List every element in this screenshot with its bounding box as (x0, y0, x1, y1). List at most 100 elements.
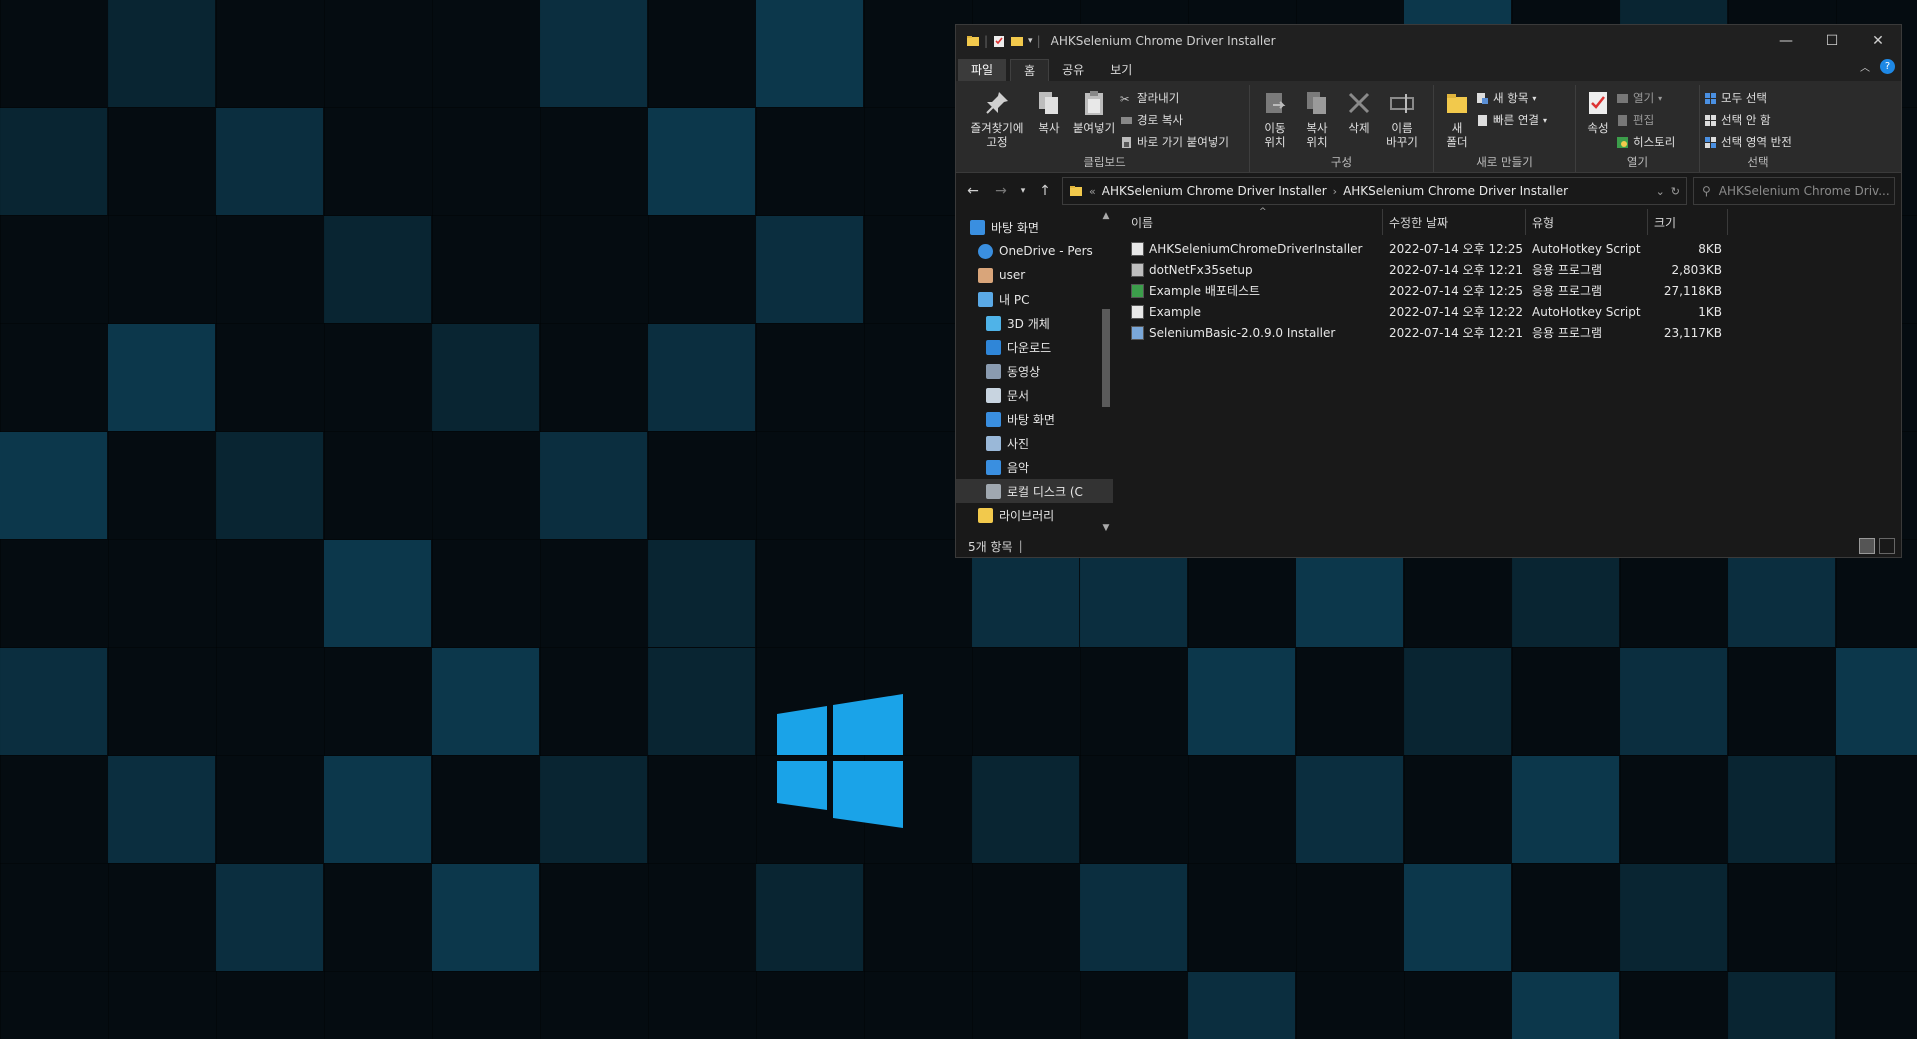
close-button[interactable]: ✕ (1855, 25, 1901, 57)
forward-button[interactable]: → (990, 183, 1012, 199)
windows-logo-icon (777, 694, 903, 828)
breadcrumb-item[interactable]: AHKSelenium Chrome Driver Installer (1102, 184, 1327, 198)
open-button[interactable]: 열기 ▾ (1616, 89, 1675, 107)
file-name-cell: dotNetFx35setup (1125, 262, 1383, 277)
nav-item[interactable]: 바탕 화면 (956, 215, 1113, 239)
select-group: 모두 선택 선택 안 함 선택 영역 반전 선택 (1700, 85, 1816, 172)
ribbon: 즐겨찾기에 고정 복사 붙여넣기 ✂ 잘라내기 경로 복사 바로 가기 붙여넣기 … (956, 81, 1901, 173)
overflow-chevron-icon[interactable]: « (1089, 185, 1096, 198)
select-all-button[interactable]: 모두 선택 (1704, 89, 1792, 107)
nav-item[interactable]: 내 PC (956, 287, 1113, 311)
nav-item[interactable]: 바탕 화면 (956, 407, 1113, 431)
nav-item-label: 바탕 화면 (991, 220, 1039, 235)
easy-access-icon (1478, 114, 1487, 126)
nav-item-label: 바탕 화면 (1007, 412, 1055, 427)
scrollbar-thumb[interactable] (1102, 309, 1110, 407)
copy-button[interactable]: 복사 (1030, 85, 1068, 154)
paste-button[interactable]: 붙여넣기 (1068, 85, 1120, 154)
file-size: 8KB (1698, 241, 1722, 256)
library-icon (978, 507, 993, 523)
easy-access-button[interactable]: 빠른 연결 ▾ (1476, 111, 1547, 129)
nav-item[interactable]: 사진 (956, 431, 1113, 455)
file-row[interactable]: dotNetFx35setup 2022-07-14 오후 12:21 응용 프로그… (1125, 259, 1901, 280)
nav-item[interactable]: 문서 (956, 383, 1113, 407)
scroll-up-icon[interactable]: ▲ (1099, 211, 1113, 221)
up-button[interactable]: ↑ (1034, 183, 1056, 199)
ahk-exe-icon (1131, 283, 1144, 298)
nav-scrollbar[interactable]: ▲ ▼ (1099, 209, 1113, 535)
breadcrumb-item[interactable]: AHKSelenium Chrome Driver Installer (1343, 184, 1568, 198)
copy-path-button[interactable]: 경로 복사 (1120, 111, 1229, 129)
wallpaper-tile (1080, 864, 1187, 971)
file-row[interactable]: AHKSeleniumChromeDriverInstaller 2022-07-… (1125, 238, 1901, 259)
wallpaper-tile (972, 756, 1079, 863)
copy-to-button[interactable]: 복사 위치 (1296, 85, 1338, 154)
breadcrumb-separator-icon[interactable]: › (1333, 185, 1337, 198)
window-title: AHKSelenium Chrome Driver Installer (1050, 34, 1276, 48)
large-icons-view-button[interactable] (1879, 538, 1895, 554)
column-modified[interactable]: 수정한 날짜 (1383, 209, 1526, 235)
nav-item[interactable]: 라이브러리 (956, 503, 1113, 527)
nav-item[interactable]: 다운로드 (956, 335, 1113, 359)
new-item-label: 새 항목 (1493, 91, 1529, 105)
address-history-dropdown-icon[interactable]: ⌄ (1656, 185, 1665, 198)
status-bar: 5개 항목 | (956, 535, 1901, 557)
help-icon[interactable]: ? (1880, 59, 1895, 74)
nav-item[interactable]: 음악 (956, 455, 1113, 479)
file-modified: 2022-07-14 오후 12:25 (1389, 284, 1524, 298)
nav-item[interactable]: 동영상 (956, 359, 1113, 383)
column-type[interactable]: 유형 (1526, 209, 1648, 235)
minimize-button[interactable]: — (1763, 25, 1809, 57)
new-item-button[interactable]: 새 항목 ▾ (1476, 89, 1547, 107)
nav-item[interactable]: user (956, 263, 1113, 287)
document-icon (986, 387, 1001, 403)
nav-item[interactable]: OneDrive - Pers (956, 239, 1113, 263)
folder-icon (1070, 186, 1082, 196)
cut-button[interactable]: ✂ 잘라내기 (1120, 89, 1229, 107)
search-box[interactable]: ⚲ AHKSelenium Chrome Driv... (1693, 177, 1895, 205)
pin-quick-access-button[interactable]: 즐겨찾기에 고정 (964, 85, 1030, 154)
nav-item[interactable]: 3D 개체 (956, 311, 1113, 335)
select-none-button[interactable]: 선택 안 함 (1704, 111, 1792, 129)
wallpaper-tile (216, 864, 323, 971)
address-bar[interactable]: « AHKSelenium Chrome Driver Installer › … (1062, 177, 1687, 205)
delete-button[interactable]: 삭제 (1338, 85, 1380, 154)
open-group: 속성 열기 ▾ 편집 히스토리 열기 (1576, 85, 1700, 172)
invert-selection-button[interactable]: 선택 영역 반전 (1704, 133, 1792, 151)
edit-button[interactable]: 편집 (1616, 111, 1675, 129)
wallpaper-tile (648, 108, 755, 215)
wallpaper-tile (1836, 648, 1917, 755)
file-name: SeleniumBasic-2.0.9.0 Installer (1149, 325, 1336, 340)
wallpaper-tile (1728, 972, 1835, 1039)
tab-home[interactable]: 홈 (1010, 59, 1050, 81)
maximize-button[interactable]: ☐ (1809, 25, 1855, 57)
ahk-script-icon (1131, 241, 1144, 256)
recent-locations-icon[interactable]: ▾ (1018, 186, 1028, 196)
move-to-button[interactable]: 이동 위치 (1254, 85, 1296, 154)
quick-access-dropdown-icon[interactable]: ▾ (1028, 36, 1033, 46)
new-folder-button[interactable]: 새 폴더 (1438, 85, 1476, 154)
tab-view[interactable]: 보기 (1097, 59, 1145, 81)
new-folder-quick-icon[interactable] (1010, 34, 1024, 48)
details-view-button[interactable] (1859, 538, 1875, 554)
nav-item[interactable]: 로컬 디스크 (C (956, 479, 1113, 503)
properties-quick-icon[interactable] (992, 34, 1006, 48)
tab-share[interactable]: 공유 (1049, 59, 1097, 81)
tab-file[interactable]: 파일 (958, 59, 1007, 81)
invert-selection-label: 선택 영역 반전 (1721, 135, 1792, 149)
file-row[interactable]: SeleniumBasic-2.0.9.0 Installer 2022-07-1… (1125, 322, 1901, 343)
column-name[interactable]: 이름 (1125, 209, 1383, 235)
paste-shortcut-icon (1122, 136, 1131, 148)
collapse-ribbon-icon[interactable]: ︿ (1860, 59, 1870, 74)
refresh-icon[interactable]: ↻ (1671, 185, 1680, 198)
column-size[interactable]: 크기 (1648, 209, 1728, 235)
rename-button[interactable]: 이름 바꾸기 (1380, 85, 1424, 154)
file-row[interactable]: Example 배포테스트 2022-07-14 오후 12:25 응용 프로그램 2… (1125, 280, 1901, 301)
history-button[interactable]: 히스토리 (1616, 133, 1675, 151)
properties-button[interactable]: 속성 (1580, 85, 1616, 154)
back-button[interactable]: ← (962, 183, 984, 199)
paste-shortcut-button[interactable]: 바로 가기 붙여넣기 (1120, 133, 1229, 151)
wallpaper-tile (216, 432, 323, 539)
file-row[interactable]: Example 2022-07-14 오후 12:22 AutoHotkey Scr… (1125, 301, 1901, 322)
scroll-down-icon[interactable]: ▼ (1099, 523, 1113, 533)
